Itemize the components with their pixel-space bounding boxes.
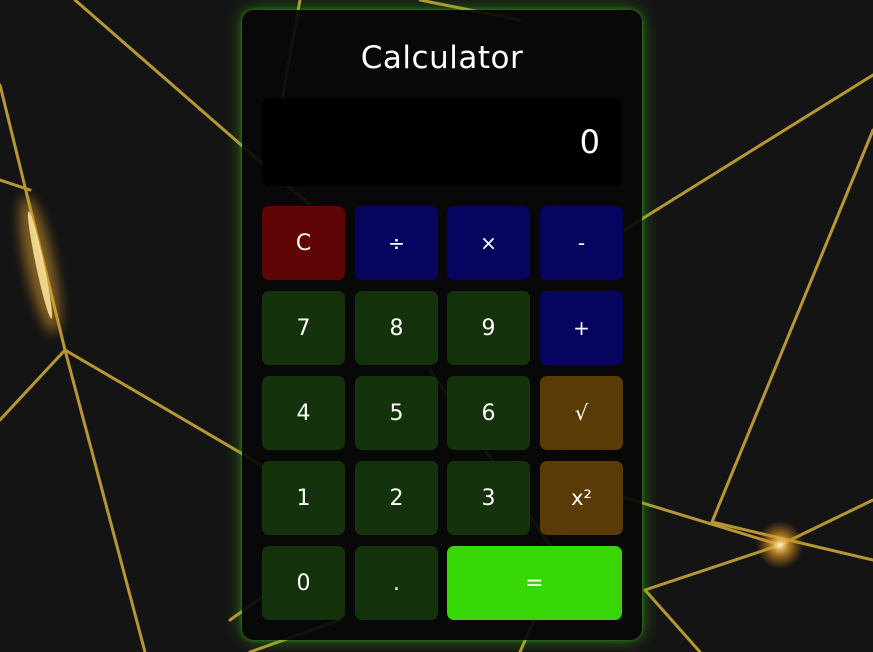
digit-2-button[interactable]: 2 bbox=[355, 461, 438, 535]
multiply-button[interactable]: × bbox=[447, 206, 530, 280]
divide-button[interactable]: ÷ bbox=[355, 206, 438, 280]
subtract-button[interactable]: - bbox=[540, 206, 623, 280]
decimal-button[interactable]: . bbox=[355, 546, 438, 620]
digit-6-button[interactable]: 6 bbox=[447, 376, 530, 450]
digit-5-button[interactable]: 5 bbox=[355, 376, 438, 450]
digit-0-button[interactable]: 0 bbox=[262, 546, 345, 620]
calculator-panel: Calculator 0 C ÷ × - 7 8 9 + 4 5 6 √ 1 2… bbox=[242, 10, 642, 640]
digit-1-button[interactable]: 1 bbox=[262, 461, 345, 535]
digit-3-button[interactable]: 3 bbox=[447, 461, 530, 535]
digit-9-button[interactable]: 9 bbox=[447, 291, 530, 365]
equals-button[interactable]: = bbox=[447, 546, 622, 620]
digit-7-button[interactable]: 7 bbox=[262, 291, 345, 365]
result-display: 0 bbox=[262, 98, 622, 186]
square-root-button[interactable]: √ bbox=[540, 376, 623, 450]
add-button[interactable]: + bbox=[540, 291, 623, 365]
square-button[interactable]: x² bbox=[540, 461, 623, 535]
display-value: 0 bbox=[579, 123, 600, 161]
calculator-title: Calculator bbox=[360, 40, 524, 76]
clear-button[interactable]: C bbox=[262, 206, 345, 280]
digit-4-button[interactable]: 4 bbox=[262, 376, 345, 450]
digit-8-button[interactable]: 8 bbox=[355, 291, 438, 365]
